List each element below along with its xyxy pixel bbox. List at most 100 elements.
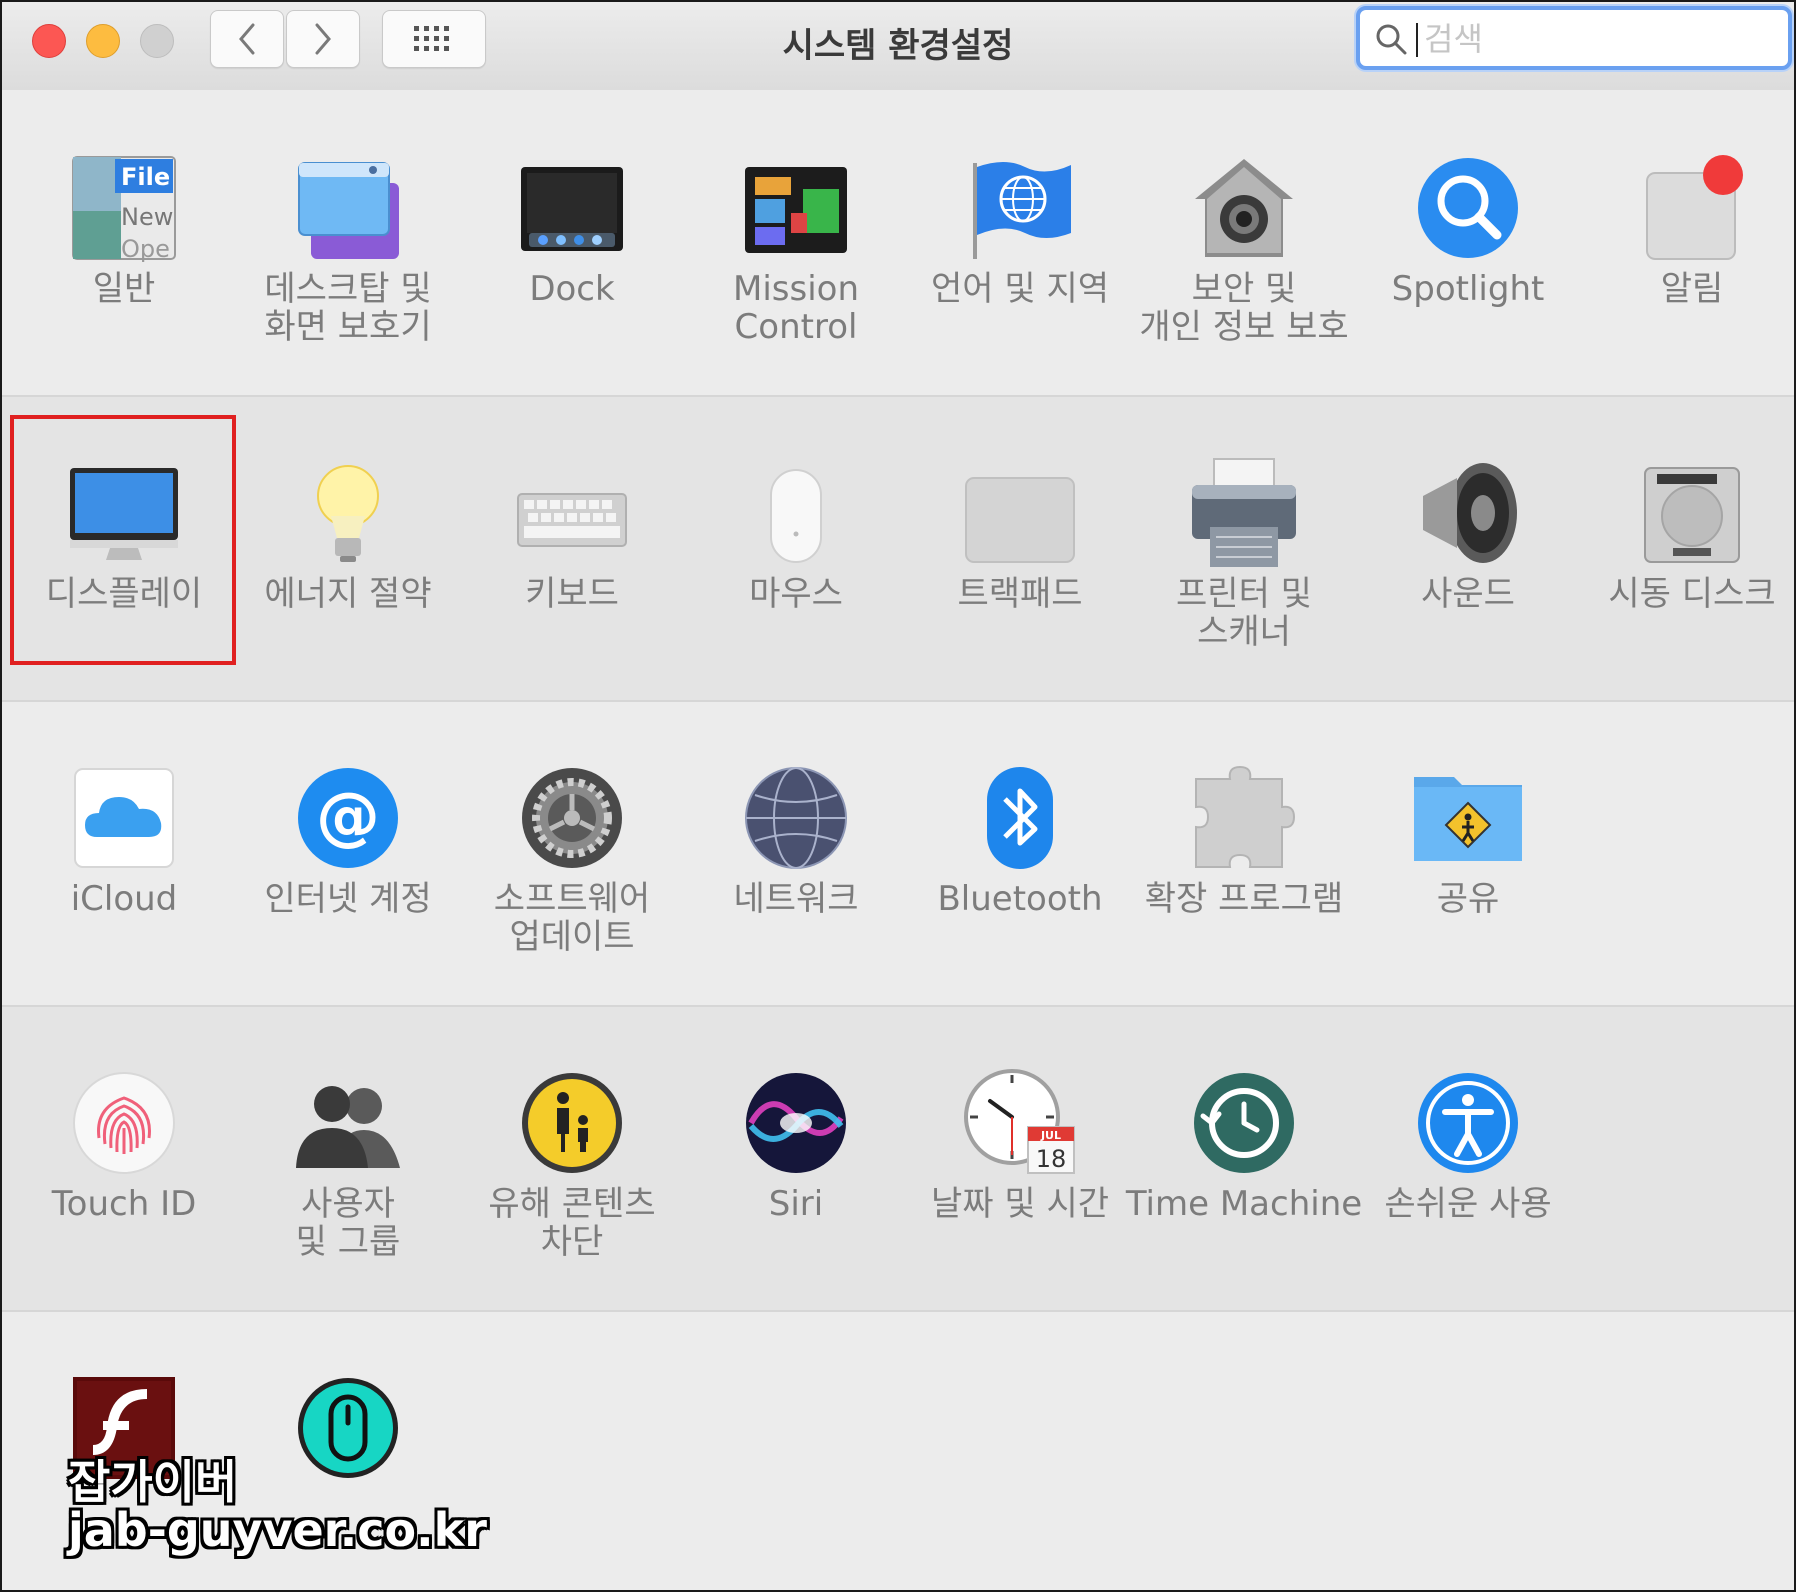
- pref-dock[interactable]: Dock: [462, 90, 682, 380]
- pref-label: 키보드: [525, 574, 619, 614]
- pref-trackpad[interactable]: 트랙패드: [910, 395, 1130, 685]
- pref-label: 날짜 및 시간: [930, 1184, 1109, 1224]
- pref-startup-disk[interactable]: 시동 디스크: [1582, 395, 1794, 685]
- bluetooth-icon: [960, 758, 1080, 878]
- pref-label: 손쉬운 사용: [1384, 1184, 1552, 1224]
- pref-general[interactable]: File New Ope 일반: [14, 90, 234, 380]
- pref-extensions[interactable]: 확장 프로그램: [1134, 700, 1354, 990]
- text-caret: [1416, 23, 1418, 57]
- pref-notifications[interactable]: 알림: [1582, 90, 1794, 380]
- energy-saver-bulb-icon: [288, 453, 408, 573]
- pref-label: Bluetooth: [937, 879, 1103, 919]
- svg-text:@: @: [316, 780, 380, 854]
- pref-label: 인터넷 계정: [264, 879, 432, 919]
- pref-internet-accounts[interactable]: @ 인터넷 계정: [238, 700, 458, 990]
- general-icon-text-new: New: [121, 203, 173, 231]
- pref-mouse[interactable]: 마우스: [686, 395, 906, 685]
- users-groups-icon: [288, 1063, 408, 1183]
- pref-label: 시동 디스크: [1608, 574, 1776, 614]
- system-preferences-window: 시스템 환경설정 File New Ope 일반: [0, 0, 1796, 1592]
- date-time-clock-icon: JUL 18: [960, 1063, 1080, 1183]
- calendar-day-text: 18: [1036, 1145, 1067, 1173]
- dock-icon: [512, 148, 632, 268]
- trackpad-icon: [960, 453, 1080, 573]
- pref-label: 마우스: [749, 574, 843, 614]
- pref-label: 알림: [1660, 269, 1724, 309]
- siri-icon: [736, 1063, 856, 1183]
- pref-sound[interactable]: 사운드: [1358, 395, 1578, 685]
- pref-sharing[interactable]: 공유: [1358, 700, 1578, 990]
- pref-label: iCloud: [70, 879, 178, 919]
- pref-keyboard[interactable]: 키보드: [462, 395, 682, 685]
- pref-label: 일반: [92, 269, 156, 309]
- pref-accessibility[interactable]: 손쉬운 사용: [1358, 1005, 1578, 1295]
- title-bar: 시스템 환경설정: [2, 2, 1794, 92]
- pref-label: Mission Control: [732, 269, 859, 347]
- pref-printers-scanners[interactable]: 프린터 및 스캐너: [1134, 395, 1354, 685]
- pref-icloud[interactable]: iCloud: [14, 700, 234, 990]
- pref-label: Spotlight: [1391, 269, 1545, 309]
- printer-scanner-icon: [1184, 453, 1304, 573]
- time-machine-icon: [1184, 1063, 1304, 1183]
- desktop-screensaver-icon: [288, 148, 408, 268]
- sharing-folder-icon: [1408, 758, 1528, 878]
- pref-label: Time Machine: [1125, 1184, 1363, 1224]
- icloud-icon: [64, 758, 184, 878]
- network-globe-icon: [736, 758, 856, 878]
- selection-highlight-box: [10, 415, 236, 665]
- pref-network[interactable]: 네트워크: [686, 700, 906, 990]
- pref-label: 네트워크: [733, 879, 859, 919]
- notifications-icon: [1632, 148, 1752, 268]
- keyboard-icon: [512, 453, 632, 573]
- security-privacy-house-icon: [1184, 148, 1304, 268]
- touch-id-fingerprint-icon: [64, 1063, 184, 1183]
- mission-control-icon: [736, 148, 856, 268]
- pref-desktop-screensaver[interactable]: 데스크탑 및 화면 보호기: [238, 90, 458, 380]
- spotlight-magnifier-icon: [1408, 148, 1528, 268]
- search-field[interactable]: [1356, 6, 1792, 70]
- pref-label: 언어 및 지역: [930, 269, 1109, 309]
- pref-users-groups[interactable]: 사용자 및 그룹: [238, 1005, 458, 1295]
- pref-security-privacy[interactable]: 보안 및 개인 정보 보호: [1134, 90, 1354, 380]
- general-icon-text-open: Ope: [121, 235, 170, 263]
- parental-controls-icon: [512, 1063, 632, 1183]
- pref-label: 프린터 및 스캐너: [1176, 574, 1312, 652]
- pref-energy-saver[interactable]: 에너지 절약: [238, 395, 458, 685]
- pref-bluetooth[interactable]: Bluetooth: [910, 700, 1130, 990]
- extensions-puzzle-icon: [1184, 758, 1304, 878]
- pref-label: 사용자 및 그룹: [295, 1184, 401, 1262]
- pref-label: 유해 콘텐츠 차단: [488, 1184, 656, 1262]
- watermark-line-1: 잡가이버: [68, 1455, 238, 1509]
- language-region-flag-icon: [960, 148, 1080, 268]
- pref-label: 소프트웨어 업데이트: [493, 879, 651, 957]
- pref-label: 사운드: [1421, 574, 1515, 614]
- pref-label: Dock: [529, 269, 615, 309]
- pref-mission-control[interactable]: Mission Control: [686, 90, 906, 380]
- pref-siri[interactable]: Siri: [686, 1005, 906, 1295]
- pref-label: 확장 프로그램: [1144, 879, 1344, 919]
- watermark: 잡가이버 jab-guyver.co.kr: [68, 1458, 487, 1554]
- pref-touch-id[interactable]: Touch ID: [14, 1005, 234, 1295]
- sound-speaker-icon: [1408, 453, 1528, 573]
- pref-parental-controls[interactable]: 유해 콘텐츠 차단: [462, 1005, 682, 1295]
- pref-software-update[interactable]: 소프트웨어 업데이트: [462, 700, 682, 990]
- startup-disk-icon: [1632, 453, 1752, 573]
- pref-date-time[interactable]: JUL 18 날짜 및 시간: [910, 1005, 1130, 1295]
- general-icon: File New Ope: [64, 148, 184, 268]
- pref-label: 공유: [1436, 879, 1500, 919]
- pref-label: Touch ID: [51, 1184, 197, 1224]
- pref-label: Siri: [768, 1184, 824, 1224]
- accessibility-icon: [1408, 1063, 1528, 1183]
- pref-time-machine[interactable]: Time Machine: [1126, 1005, 1362, 1295]
- pref-label: 데스크탑 및 화면 보호기: [264, 269, 432, 347]
- calendar-month-text: JUL: [1040, 1129, 1061, 1142]
- search-icon: [1376, 24, 1407, 55]
- pref-language-region[interactable]: 언어 및 지역: [910, 90, 1130, 380]
- general-icon-text-file: File: [121, 163, 170, 191]
- pref-label: 트랙패드: [957, 574, 1083, 614]
- pref-spotlight[interactable]: Spotlight: [1358, 90, 1578, 380]
- search-input[interactable]: [1422, 16, 1766, 62]
- watermark-line-2: jab-guyver.co.kr: [68, 1503, 487, 1557]
- mouse-icon: [736, 453, 856, 573]
- pref-label: 보안 및 개인 정보 보호: [1139, 269, 1349, 347]
